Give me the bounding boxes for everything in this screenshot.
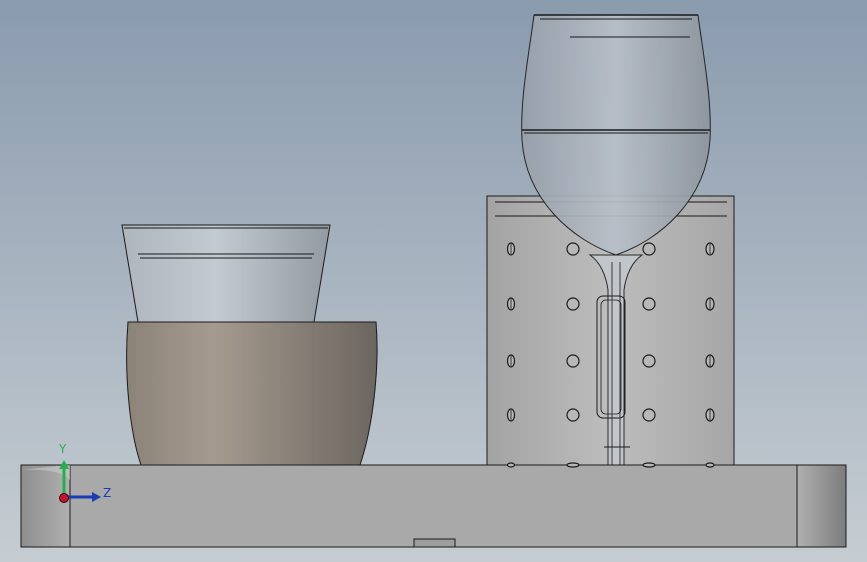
cad-viewport[interactable]: Y Z [0, 0, 867, 562]
cylinder-hole [642, 297, 656, 311]
base-slot [413, 538, 456, 548]
cylinder-hole [642, 242, 656, 256]
cylinder-hole [566, 408, 580, 422]
cylinder-hole [566, 242, 580, 256]
cylinder-hole [506, 462, 516, 468]
cylinder-hole [705, 462, 715, 468]
base-plate[interactable] [20, 464, 847, 548]
cylinder-hole [566, 354, 580, 368]
triad-z-label: Z [103, 486, 112, 500]
cup-part[interactable] [121, 224, 331, 323]
triad-y-label: Y [59, 442, 67, 456]
cylinder-hole [566, 462, 580, 468]
x-axis-dot [59, 493, 69, 503]
model-scene[interactable] [0, 0, 867, 562]
cylinder-hole [566, 297, 580, 311]
bowl-part[interactable] [126, 321, 378, 466]
cylinder-hole [642, 354, 656, 368]
cylinder-hole [642, 408, 656, 422]
cylinder-hole [642, 462, 656, 468]
